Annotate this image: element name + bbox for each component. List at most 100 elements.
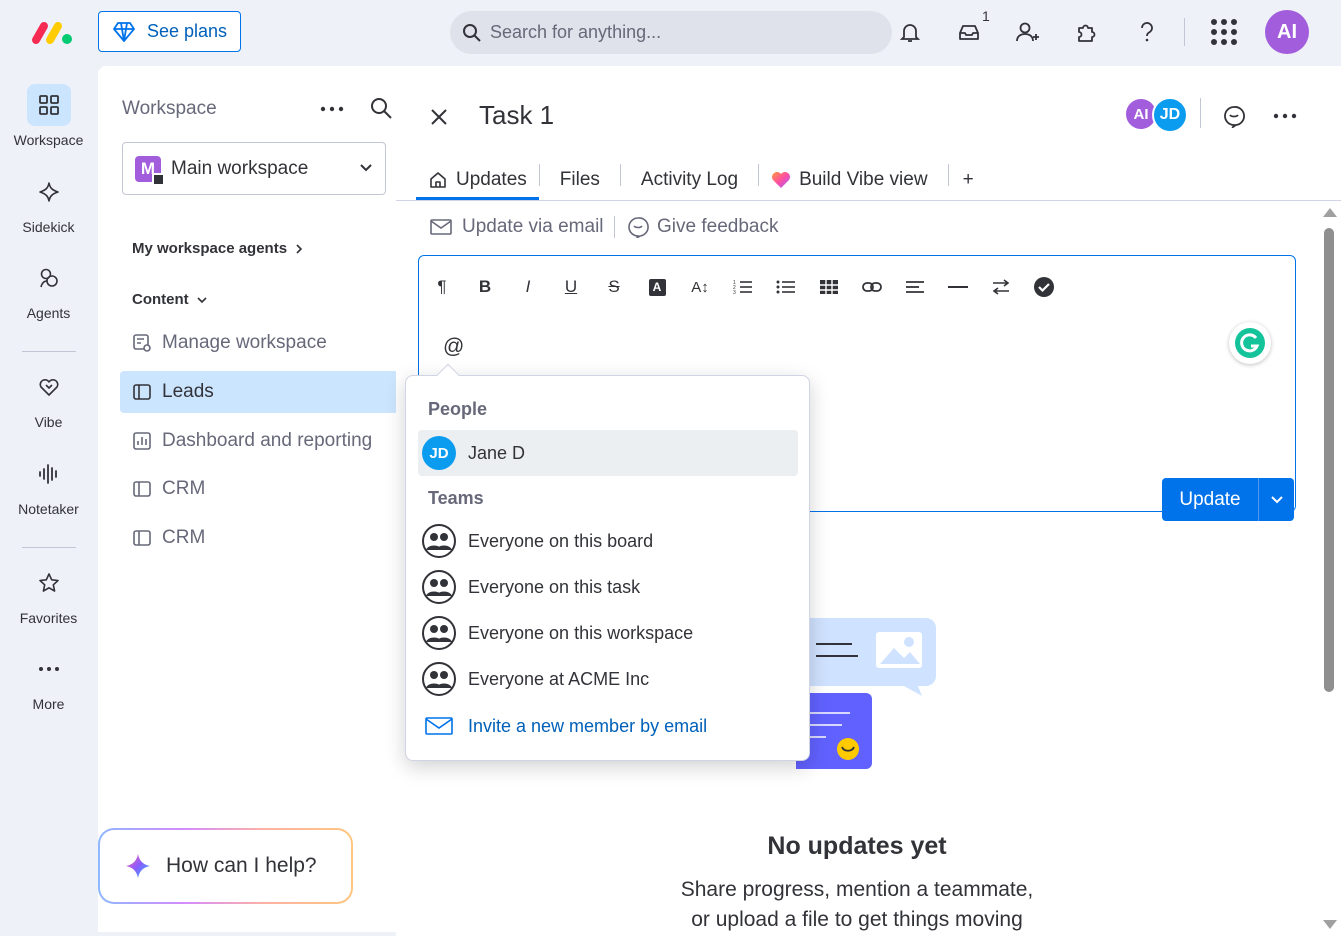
integrations-puzzle-icon[interactable] [1073,18,1101,46]
add-tab-button[interactable]: + [949,150,986,200]
chevron-down-icon [197,296,207,304]
update-via-email-link[interactable]: Update via email [430,216,604,238]
see-plans-button[interactable]: See plans [98,11,241,52]
grid-icon [26,84,71,126]
align-left-icon[interactable] [900,272,930,302]
rail-item-vibe[interactable]: Vibe [0,366,97,430]
left-rail: Workspace Sidekick Agents Vibe Notetaker… [0,64,97,936]
rail-item-notetaker[interactable]: Notetaker [0,453,97,517]
scroll-thumb[interactable] [1324,228,1334,692]
ai-helper-button[interactable]: How can I help? [98,828,353,904]
mention-option-team[interactable]: Everyone on this workspace [418,610,798,656]
agents-icon [27,257,71,299]
top-bar: See plans 1 AI [0,0,1341,64]
inbox-icon[interactable] [955,18,983,46]
update-options-button[interactable] [1258,478,1294,521]
rail-item-favorites[interactable]: Favorites [0,562,97,626]
close-icon[interactable] [430,108,448,126]
search-input[interactable] [490,22,870,43]
task-title[interactable]: Task 1 [479,100,554,131]
empty-state-illustration [796,618,938,770]
invite-member-icon[interactable] [1014,18,1042,46]
nav-item-crm-2[interactable]: CRM [120,517,398,559]
chevron-down-icon [359,163,373,173]
team-name: Everyone on this task [468,576,641,597]
scrollbar[interactable] [1320,206,1338,936]
search-bar[interactable] [450,11,892,54]
rail-label: Vibe [34,414,63,430]
team-name: Everyone at ACME Inc [468,668,650,689]
mention-popup: People JD Jane D Teams Everyone on this … [405,375,810,761]
editor-text[interactable]: @ [443,335,464,359]
nav-item-dashboard[interactable]: Dashboard and reporting [120,420,398,462]
mention-option-team[interactable]: Everyone at ACME Inc [418,656,798,702]
workspace-selector[interactable]: M Main workspace [122,142,386,195]
scroll-up-icon[interactable] [1323,208,1337,217]
text-direction-icon[interactable] [986,272,1016,302]
font-size-icon[interactable]: A↕ [685,272,715,302]
mention-option-person[interactable]: JD Jane D [418,430,798,476]
people-heading: People [428,399,488,419]
update-button[interactable]: Update [1162,478,1258,521]
mention-option-team[interactable]: Everyone on this task [418,564,798,610]
tab-build-vibe-view[interactable]: Build Vibe view [759,150,948,200]
link-divider [614,216,615,238]
tab-files[interactable]: Files [540,150,620,200]
give-feedback-link[interactable]: Give feedback [627,216,778,238]
monday-logo[interactable] [30,20,74,46]
nav-item-leads[interactable]: Leads [120,371,398,413]
vibe-heart-icon [771,171,791,189]
content-heading[interactable]: Content [132,291,207,308]
bullet-list-icon[interactable] [771,272,801,302]
divider-icon[interactable] [943,272,973,302]
paragraph-icon[interactable]: ¶ [427,272,457,302]
teams-heading: Teams [428,488,484,508]
rail-label: Agents [26,305,71,321]
table-icon[interactable] [814,272,844,302]
search-icon[interactable] [370,97,392,119]
chat-feedback-icon[interactable] [1222,104,1246,128]
workspace-agents-heading[interactable]: My workspace agents [132,240,303,257]
user-avatar[interactable]: AI [1265,10,1309,54]
link-icon[interactable] [857,272,887,302]
rail-label: Sidekick [22,219,75,235]
empty-state-line-1: Share progress, mention a teammate, [680,878,1034,901]
text-color-icon[interactable]: A [642,272,672,302]
more-options-icon[interactable] [1273,113,1297,119]
home-icon [428,170,448,190]
rail-item-workspace[interactable]: Workspace [0,84,97,148]
sparkle-icon [27,171,71,213]
grammarly-icon[interactable] [1229,322,1271,364]
team-icon [422,616,456,650]
rail-item-agents[interactable]: Agents [0,257,97,321]
tab-updates[interactable]: Updates [416,150,539,200]
notifications-bell-icon[interactable] [896,18,924,46]
rail-item-sidekick[interactable]: Sidekick [0,171,97,235]
mention-option-team[interactable]: Everyone on this board [418,518,798,564]
underline-icon[interactable]: U [556,272,586,302]
numbered-list-icon[interactable]: 123 [728,272,758,302]
apps-grid-icon[interactable] [1210,18,1238,46]
nav-item-label: Dashboard and reporting [162,430,373,451]
italic-icon[interactable]: I [513,272,543,302]
rail-item-more[interactable]: More [0,648,97,712]
help-icon[interactable] [1133,18,1161,46]
member-avatar-jd[interactable]: JD [1152,97,1188,133]
nav-item-manage-workspace[interactable]: Manage workspace [120,322,398,364]
bold-icon[interactable]: B [470,272,500,302]
nav-item-crm[interactable]: CRM [120,468,398,510]
invite-by-email-link[interactable]: Invite a new member by email [418,703,798,749]
more-options-icon[interactable] [320,106,344,112]
scroll-down-icon[interactable] [1323,920,1337,929]
mail-icon [422,716,456,736]
strikethrough-icon[interactable]: S [599,272,629,302]
rail-divider [22,547,76,548]
tab-activity-log[interactable]: Activity Log [621,150,758,200]
tab-label: Activity Log [640,169,739,190]
chevron-right-icon [295,243,303,255]
checklist-icon[interactable] [1029,272,1059,302]
tab-label: Updates [456,169,527,190]
ai-helper-label: How can I help? [166,854,317,877]
person-avatar: JD [422,436,456,470]
waveform-icon [27,453,71,495]
